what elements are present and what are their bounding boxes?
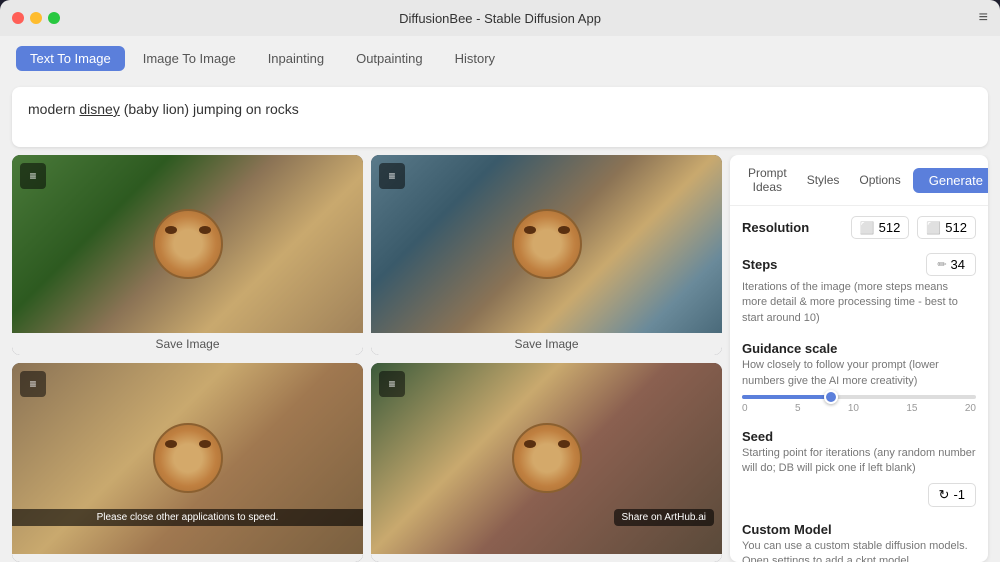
tab-bar: Text To Image Image To Image Inpainting …	[0, 36, 1000, 79]
seed-row: ↻ -1	[742, 483, 976, 507]
guidance-label-5: 5	[795, 403, 801, 414]
prompt-text: modern disney (baby lion) jumping on roc…	[28, 99, 972, 120]
guidance-section: Guidance scale How closely to follow you…	[742, 340, 976, 414]
steps-description: Iterations of the image (more steps mean…	[742, 280, 976, 326]
panel-tab-prompt-ideas[interactable]: Prompt Ideas	[740, 163, 795, 197]
menu-icon[interactable]: ≡	[979, 9, 988, 27]
tab-inpainting[interactable]: Inpainting	[254, 46, 338, 71]
tab-image-to-image[interactable]: Image To Image	[129, 46, 250, 71]
minimize-button[interactable]	[30, 12, 42, 24]
save-image-label-2[interactable]: Save Image	[371, 333, 722, 355]
save-image-label-3	[12, 554, 363, 562]
image-placeholder-4: ≡ Share on ArtHub.ai	[371, 363, 722, 555]
right-panel: Prompt Ideas Styles Options Generate Res…	[730, 155, 988, 562]
panel-tabs: Prompt Ideas Styles Options Generate	[730, 155, 988, 206]
resolution-width-box[interactable]: ⬜ 512	[851, 216, 910, 239]
tab-outpainting[interactable]: Outpainting	[342, 46, 437, 71]
model-description: You can use a custom stable diffusion mo…	[742, 539, 976, 562]
resolution-inputs: ⬜ 512 ⬜ 512	[851, 216, 976, 239]
height-icon: ⬜	[926, 221, 941, 235]
seed-value: -1	[953, 487, 965, 502]
seed-description: Starting point for iterations (any rando…	[742, 446, 976, 477]
seed-section: Seed Starting point for iterations (any …	[742, 428, 976, 507]
guidance-slider-thumb[interactable]	[824, 390, 838, 404]
model-label: Custom Model	[742, 522, 832, 537]
image-grid: ≡ Save Image ≡ Save Image ≡ Please close…	[12, 155, 730, 562]
tab-text-to-image[interactable]: Text To Image	[16, 46, 125, 71]
steps-edit-icon: ✏	[937, 258, 946, 271]
image-card-2: ≡ Save Image	[371, 155, 722, 355]
share-button[interactable]: Share on ArtHub.ai	[614, 509, 715, 526]
guidance-label-15: 15	[906, 403, 917, 414]
width-icon: ⬜	[860, 221, 875, 235]
generate-button[interactable]: Generate	[913, 168, 988, 193]
image-menu-button-3[interactable]: ≡	[20, 371, 46, 397]
resolution-width: 512	[879, 220, 901, 235]
steps-value: 34	[951, 257, 965, 272]
prompt-text-before: modern	[28, 101, 79, 117]
save-image-label-4	[371, 554, 722, 562]
guidance-label-0: 0	[742, 403, 748, 414]
resolution-height-box[interactable]: ⬜ 512	[917, 216, 976, 239]
titlebar: DiffusionBee - Stable Diffusion App ≡	[0, 0, 1000, 36]
steps-value-box[interactable]: ✏ 34	[926, 253, 976, 276]
app-content: Text To Image Image To Image Inpainting …	[0, 36, 1000, 562]
image-menu-button-1[interactable]: ≡	[20, 163, 46, 189]
steps-row: Steps ✏ 34	[742, 253, 976, 276]
app-title: DiffusionBee - Stable Diffusion App	[399, 11, 601, 26]
image-card-4: ≡ Share on ArtHub.ai	[371, 363, 722, 562]
guidance-label: Guidance scale	[742, 341, 837, 356]
prompt-section[interactable]: modern disney (baby lion) jumping on roc…	[12, 87, 988, 147]
image-menu-button-4[interactable]: ≡	[379, 371, 405, 397]
save-image-label-1[interactable]: Save Image	[12, 333, 363, 355]
lion-face-3	[153, 423, 223, 493]
main-layout: ≡ Save Image ≡ Save Image ≡ Please close…	[0, 155, 1000, 562]
image-card-3: ≡ Please close other applications to spe…	[12, 363, 363, 562]
guidance-slider-labels: 0 5 10 15 20	[742, 403, 976, 414]
image-placeholder-2: ≡	[371, 155, 722, 333]
resolution-row: Resolution ⬜ 512 ⬜ 512	[742, 216, 976, 239]
image-menu-button-2[interactable]: ≡	[379, 163, 405, 189]
lion-face-2	[512, 209, 582, 279]
tab-history[interactable]: History	[441, 46, 509, 71]
guidance-slider-track	[742, 395, 976, 399]
close-button[interactable]	[12, 12, 24, 24]
prompt-text-after: (baby lion) jumping on rocks	[120, 101, 299, 117]
image-placeholder-1: ≡	[12, 155, 363, 333]
lion-face-1	[153, 209, 223, 279]
image-card-1: ≡ Save Image	[12, 155, 363, 355]
seed-label: Seed	[742, 429, 773, 444]
lion-face-4	[512, 423, 582, 493]
panel-body: Resolution ⬜ 512 ⬜ 512	[730, 206, 988, 562]
steps-label: Steps	[742, 257, 777, 272]
image-notice-3: Please close other applications to speed…	[12, 509, 363, 526]
traffic-lights	[12, 12, 60, 24]
guidance-label-10: 10	[848, 403, 859, 414]
model-section: Custom Model You can use a custom stable…	[742, 521, 976, 562]
guidance-description: How closely to follow your prompt (lower…	[742, 358, 976, 389]
guidance-label-20: 20	[965, 403, 976, 414]
panel-tab-styles[interactable]: Styles	[799, 170, 848, 190]
prompt-underlined: disney	[79, 101, 119, 117]
resolution-label: Resolution	[742, 220, 809, 235]
seed-refresh-icon[interactable]: ↻	[939, 487, 950, 503]
seed-value-box[interactable]: ↻ -1	[928, 483, 976, 507]
resolution-height: 512	[945, 220, 967, 235]
resolution-section: Resolution ⬜ 512 ⬜ 512	[742, 216, 976, 239]
steps-section: Steps ✏ 34 Iterations of the image (more…	[742, 253, 976, 326]
panel-tab-options[interactable]: Options	[851, 170, 908, 190]
guidance-slider-fill	[742, 395, 831, 399]
maximize-button[interactable]	[48, 12, 60, 24]
guidance-slider-container[interactable]: 0 5 10 15 20	[742, 395, 976, 414]
image-placeholder-3: ≡ Please close other applications to spe…	[12, 363, 363, 555]
